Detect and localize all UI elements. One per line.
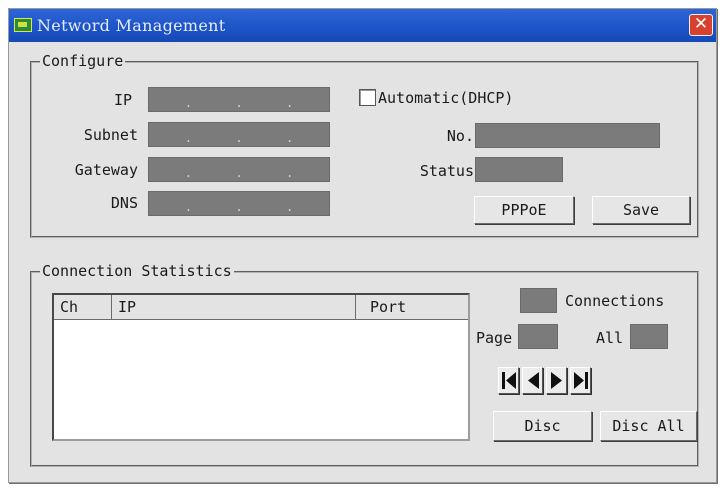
dns-field[interactable]: ...: [148, 191, 330, 216]
column-header-port[interactable]: Port: [356, 295, 468, 320]
disconnect-button[interactable]: Disc: [493, 411, 592, 441]
first-page-button[interactable]: [498, 367, 519, 394]
title-bar[interactable]: Netword Management ✕: [9, 9, 716, 42]
connection-list-header: Ch IP Port: [54, 295, 468, 320]
window-title: Netword Management: [37, 16, 226, 35]
ip-address-field[interactable]: ...: [148, 87, 330, 112]
automatic-dhcp-checkbox[interactable]: [359, 89, 376, 106]
connections-label: Connections: [565, 292, 665, 310]
column-header-ip[interactable]: IP: [112, 295, 356, 320]
connection-statistics-group: Connection Statistics Ch IP Port Connect…: [30, 262, 699, 467]
last-page-button[interactable]: [570, 367, 591, 394]
close-button[interactable]: ✕: [689, 14, 713, 36]
prev-page-button[interactable]: [522, 367, 543, 394]
all-label: All: [596, 329, 624, 347]
dns-label: DNS: [110, 194, 138, 212]
app-icon: [14, 18, 32, 32]
pppoe-button[interactable]: PPPoE: [474, 196, 574, 224]
first-page-icon: [502, 372, 516, 389]
no-label: No.: [446, 127, 474, 145]
status-field: [475, 157, 563, 182]
connections-count-field: [520, 288, 557, 313]
next-page-icon: [551, 372, 562, 389]
last-page-icon: [574, 372, 588, 389]
disconnect-all-button[interactable]: Disc All: [600, 411, 697, 441]
network-management-window: Netword Management ✕ Configure IP ... Su…: [8, 8, 717, 483]
save-button[interactable]: Save: [592, 196, 690, 224]
page-label: Page: [476, 329, 513, 347]
subnet-label: Subnet: [83, 126, 138, 144]
ip-label: IP: [113, 91, 132, 109]
connection-list[interactable]: Ch IP Port: [52, 293, 470, 441]
no-field[interactable]: [475, 123, 660, 148]
column-header-ch[interactable]: Ch: [54, 295, 112, 320]
gateway-field[interactable]: ...: [148, 157, 330, 182]
page-field: [518, 324, 558, 349]
configure-group: Configure IP ... Subnet ... Gateway ... …: [30, 52, 699, 238]
automatic-dhcp-label[interactable]: Automatic(DHCP): [378, 89, 513, 107]
next-page-button[interactable]: [546, 367, 567, 394]
prev-page-icon: [528, 372, 539, 389]
all-pages-field: [630, 324, 668, 349]
subnet-field[interactable]: ...: [148, 122, 330, 147]
status-label: Status: [419, 162, 474, 180]
configure-group-label: Configure: [40, 52, 126, 70]
gateway-label: Gateway: [74, 161, 138, 179]
connection-statistics-label: Connection Statistics: [40, 262, 234, 280]
